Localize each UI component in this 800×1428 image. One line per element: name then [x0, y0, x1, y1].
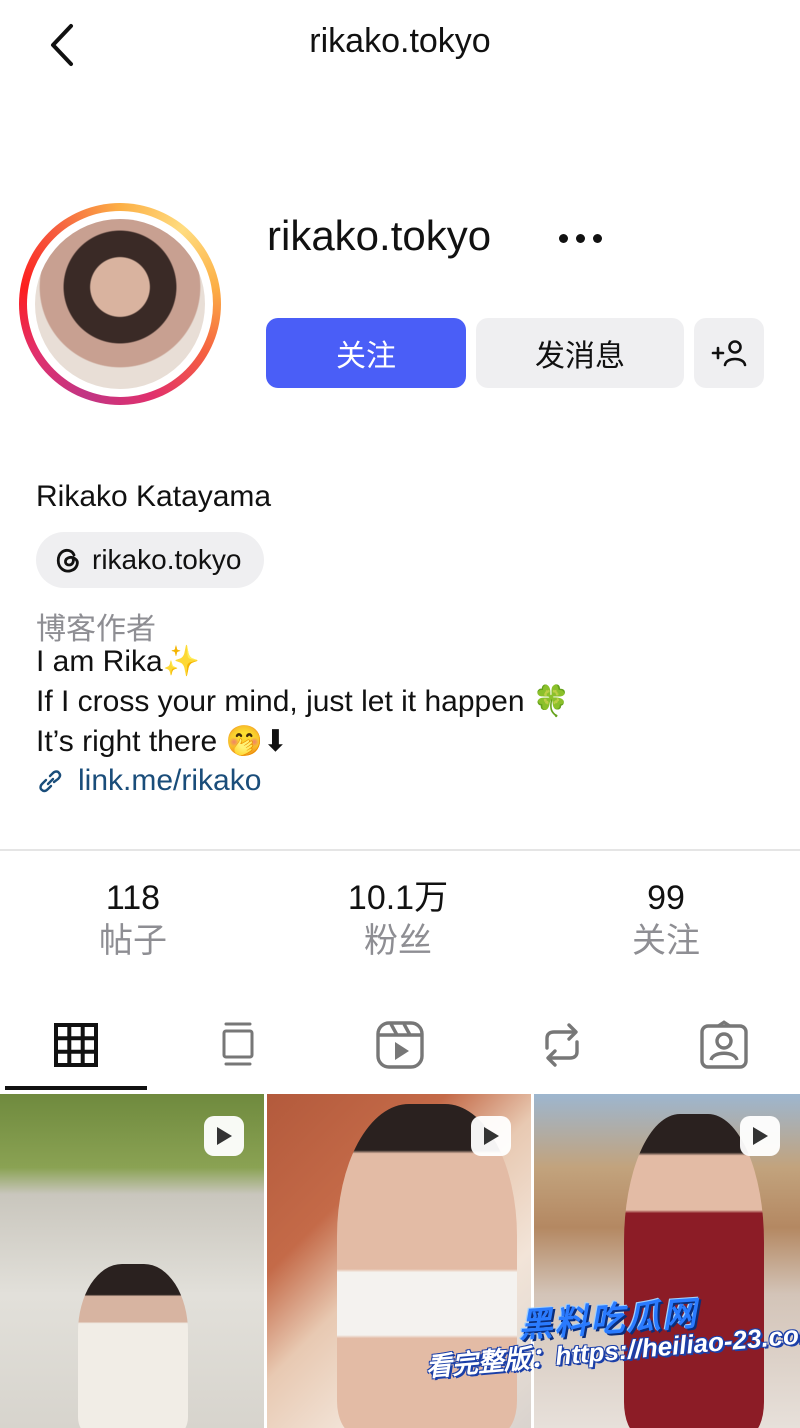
- story-ring[interactable]: [19, 203, 221, 405]
- profile-username: rikako.tokyo: [267, 212, 492, 259]
- active-tab-indicator: [5, 1086, 147, 1090]
- more-icon-dot: [575, 233, 585, 243]
- more-options-button[interactable]: [548, 214, 612, 262]
- reel-badge: [740, 1116, 780, 1156]
- post-grid: [0, 1094, 800, 1428]
- suggested-users-button[interactable]: [694, 318, 764, 388]
- profile-full-name: Rikako Katayama: [36, 480, 272, 513]
- add-user-icon: [711, 340, 747, 367]
- tagged-icon: [700, 1020, 748, 1069]
- bio-line: If I cross your mind, just let it happen…: [36, 685, 571, 718]
- bio-line: I am Rika✨: [36, 645, 201, 678]
- play-icon: [484, 1127, 499, 1145]
- reposts-icon: [545, 1023, 579, 1067]
- grid-icon: [54, 1023, 98, 1067]
- divider: [0, 849, 800, 851]
- top-bar: rikako.tokyo: [0, 0, 800, 90]
- feed-icon: [222, 1022, 254, 1066]
- post-thumbnail[interactable]: [534, 1094, 800, 1428]
- stat-value: 99: [647, 879, 685, 917]
- follow-button[interactable]: 关注: [266, 318, 466, 388]
- bio-link-text: link.me/rikako: [78, 764, 262, 797]
- more-icon-dot: [592, 233, 602, 243]
- bio-line: It’s right there 🤭⬇: [36, 725, 289, 758]
- reel-badge: [204, 1116, 244, 1156]
- tab-reposts[interactable]: [522, 1010, 602, 1080]
- stat-posts[interactable]: 118 帖子: [33, 878, 233, 964]
- stat-value: 10.1万: [347, 879, 449, 917]
- stat-label: 帖子: [99, 922, 167, 960]
- stat-label: 关注: [632, 922, 700, 960]
- stat-followers[interactable]: 10.1万 粉丝: [298, 878, 498, 964]
- more-icon-dot: [558, 233, 568, 243]
- post-thumbnail[interactable]: [0, 1094, 264, 1428]
- stat-value: 118: [105, 879, 161, 917]
- tab-feed[interactable]: [198, 1010, 278, 1080]
- stat-label: 粉丝: [364, 922, 432, 960]
- page-title: rikako.tokyo: [309, 22, 491, 60]
- play-icon: [753, 1127, 768, 1145]
- avatar: [35, 219, 205, 389]
- profile-category: 博客作者: [36, 613, 156, 646]
- message-button[interactable]: 发消息: [476, 318, 684, 388]
- profile-tabs: [0, 1000, 800, 1092]
- threads-badge[interactable]: rikako.tokyo: [36, 532, 264, 588]
- reel-badge: [471, 1116, 511, 1156]
- tab-reels[interactable]: [360, 1010, 440, 1080]
- link-icon: [39, 770, 62, 793]
- stat-following[interactable]: 99 关注: [566, 878, 766, 964]
- play-icon: [217, 1127, 232, 1145]
- threads-handle: rikako.tokyo: [92, 544, 242, 575]
- reels-icon: [376, 1021, 424, 1069]
- tab-posts-grid[interactable]: [36, 1010, 116, 1080]
- threads-icon: [56, 548, 79, 573]
- tab-tagged[interactable]: [684, 1010, 764, 1080]
- bio-link[interactable]: link.me/rikako: [36, 764, 261, 798]
